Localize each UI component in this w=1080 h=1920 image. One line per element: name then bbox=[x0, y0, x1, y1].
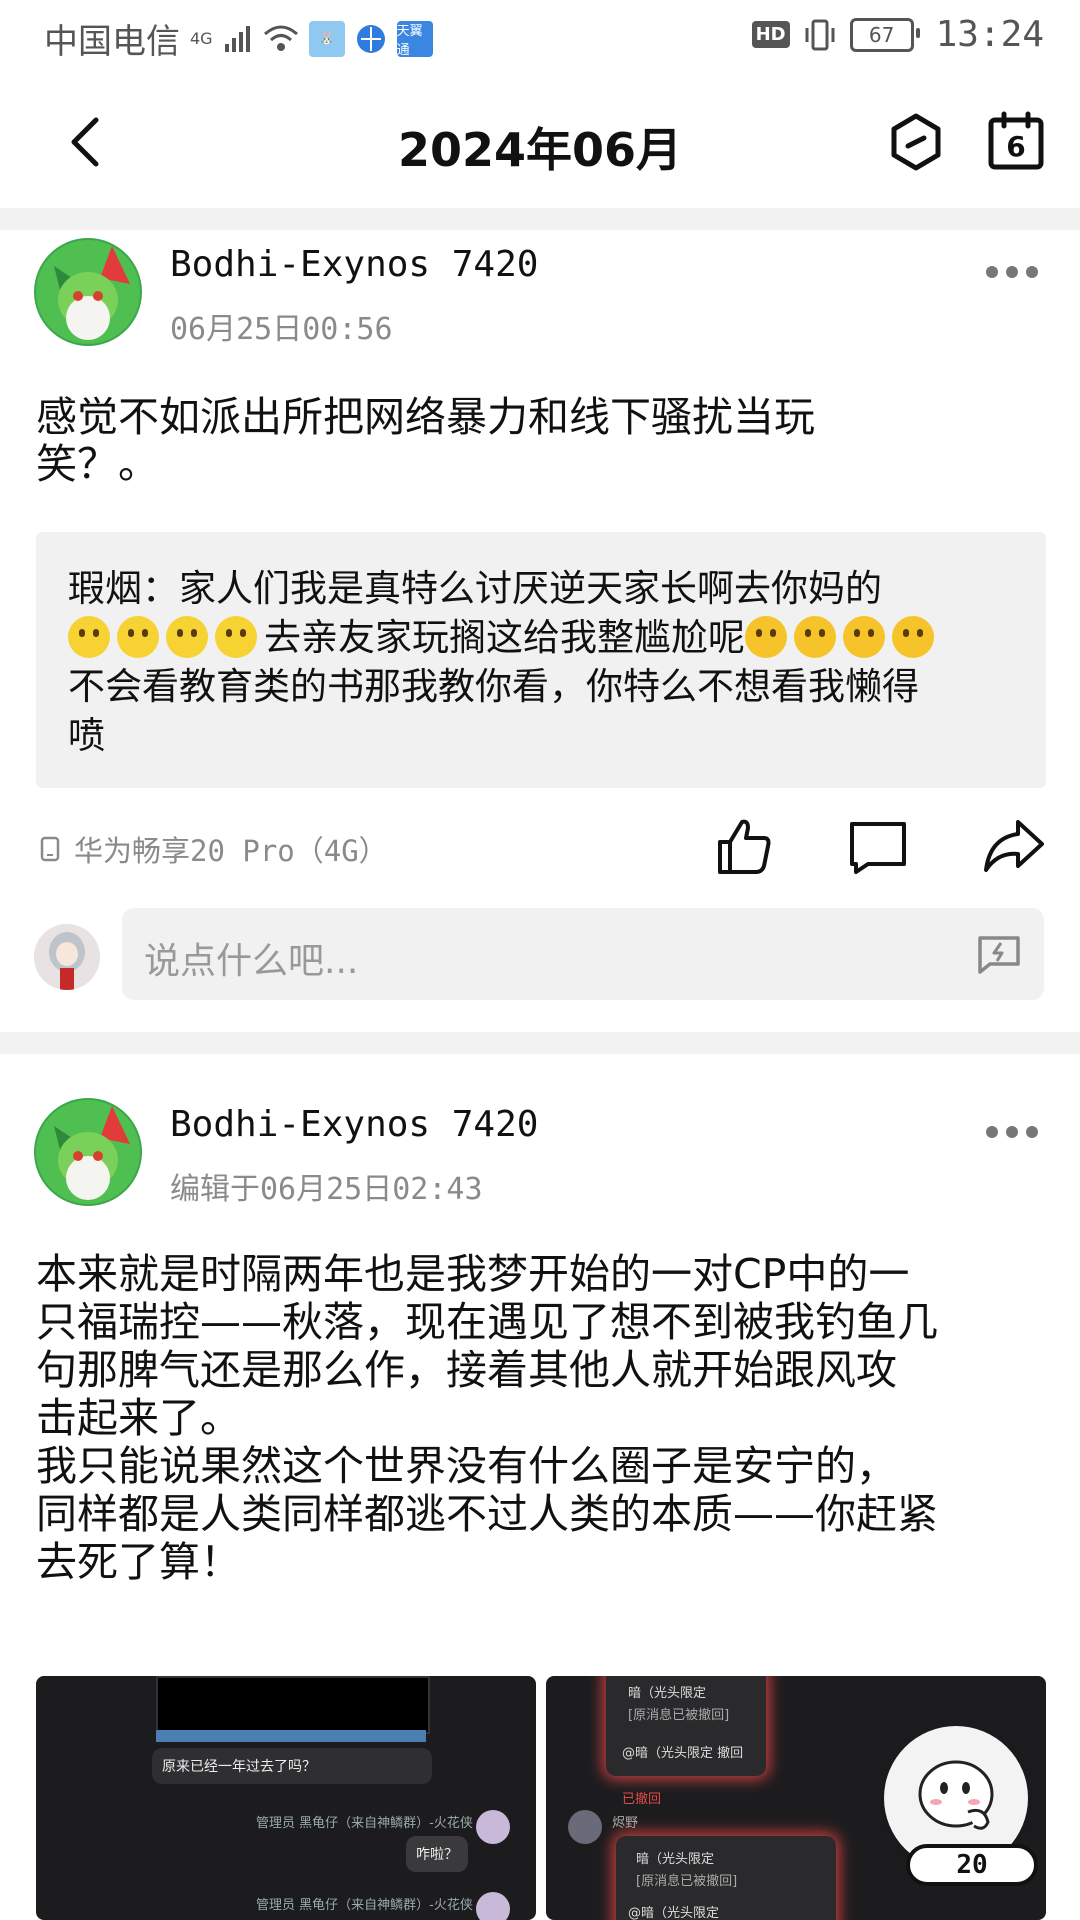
dot-icon bbox=[1006, 1126, 1018, 1138]
browser-app-icon bbox=[356, 24, 385, 53]
hexagon-filter-icon[interactable] bbox=[886, 112, 946, 172]
top-bar: 2024年06月 6 bbox=[0, 80, 1080, 204]
section-divider bbox=[0, 208, 1080, 230]
like-icon[interactable] bbox=[712, 814, 776, 878]
video-controls bbox=[156, 1730, 426, 1742]
battery-icon: 67 bbox=[849, 17, 920, 52]
comment-icon[interactable] bbox=[846, 814, 910, 878]
clock: 13:24 bbox=[935, 14, 1044, 55]
quoted-name: 暗（光头限定 bbox=[636, 1852, 715, 1867]
chat-sender: 管理员 黑龟仔（来自神鳞群）-火花侠 bbox=[256, 1898, 473, 1913]
section-divider bbox=[0, 1032, 1080, 1054]
chat-sender: 管理员 黑龟仔（来自神鳞群）-火花侠 bbox=[256, 1816, 473, 1831]
quoted-repost[interactable]: 瑕烟：家人们我是真特么讨厌逆天家长啊去你妈的 去亲友家玩搁这给我整尴尬呢 不会看… bbox=[36, 532, 1046, 788]
post-image-1[interactable]: 原来已经一年过去了吗？ 管理员 黑龟仔（来自神鳞群）-火花侠 咋啦？ 管理员 黑… bbox=[36, 1676, 536, 1920]
status-bar: 中国电信 4G 🐰 天翼通 HD 67 13:24 bbox=[0, 0, 1080, 76]
wifi-icon bbox=[263, 25, 298, 51]
recalled-note: [原消息已被撤回] bbox=[636, 1874, 738, 1889]
quoted-name: 暗（光头限定 bbox=[628, 1686, 707, 1701]
signal-icon bbox=[224, 25, 250, 52]
carrier-label: 中国电信 bbox=[44, 22, 180, 62]
device-info: 华为畅享20 Pro（4G） bbox=[40, 828, 388, 870]
bunny-app-icon: 🐰 bbox=[308, 20, 345, 57]
post-timestamp: 06月25日00:56 bbox=[170, 312, 393, 347]
fox-avatar-icon bbox=[34, 238, 142, 346]
fox-avatar-icon bbox=[34, 1098, 142, 1206]
quote-line-3: 不会看教育类的书那我教你看，你特么不想看我懒得 喷 bbox=[68, 665, 919, 757]
calendar-button[interactable]: 6 bbox=[986, 110, 1046, 172]
post-timestamp: 编辑于06月25日02:43 bbox=[170, 1172, 483, 1207]
chat-bubble: 咋啦？ bbox=[406, 1836, 468, 1872]
quote-line-1: 瑕烟：家人们我是真特么讨厌逆天家长啊去你妈的 bbox=[68, 567, 882, 610]
calendar-day: 6 bbox=[1006, 130, 1026, 163]
dot-icon bbox=[986, 266, 998, 278]
smile-emoji-icon bbox=[117, 616, 159, 658]
reply-mention: @暗（光头限定 撤回 bbox=[622, 1746, 744, 1761]
recalled-note: [原消息已被撤回] bbox=[628, 1708, 730, 1723]
video-thumbnail bbox=[156, 1676, 430, 1734]
share-icon[interactable] bbox=[982, 814, 1046, 878]
chat-bubble: 原来已经一年过去了吗？ bbox=[152, 1748, 432, 1784]
status-left: 中国电信 4G 🐰 天翼通 bbox=[44, 14, 433, 63]
dot-icon bbox=[1006, 266, 1018, 278]
dot-icon bbox=[986, 1126, 998, 1138]
device-label: 华为畅享20 Pro（4G） bbox=[74, 834, 388, 868]
vibrate-icon bbox=[805, 19, 835, 50]
chat-caption: 原来已经一年过去了吗？ bbox=[162, 1759, 316, 1775]
avatar[interactable] bbox=[34, 238, 142, 346]
comment-input[interactable]: 说点什么吧... bbox=[122, 908, 1044, 1000]
reply-mention: @暗（光头限定 bbox=[628, 1906, 720, 1920]
chat-avatar bbox=[476, 1810, 510, 1844]
chat-avatar bbox=[476, 1892, 510, 1920]
dot-icon bbox=[1026, 1126, 1038, 1138]
sweat-smile-emoji-icon bbox=[843, 616, 885, 658]
dot-icon bbox=[1026, 266, 1038, 278]
chat-sender: 烬野 bbox=[612, 1816, 639, 1831]
author-name[interactable]: Bodhi-Exynos 7420 bbox=[170, 244, 538, 285]
quote-line-2: 去亲友家玩搁这给我整尴尬呢 bbox=[264, 616, 745, 659]
status-right: HD 67 13:24 bbox=[751, 14, 1044, 55]
smile-emoji-icon bbox=[166, 616, 208, 658]
fab-count-badge[interactable]: 20 bbox=[906, 1844, 1038, 1886]
chat-reply: 咋啦？ bbox=[416, 1847, 458, 1863]
smile-emoji-icon bbox=[215, 616, 257, 658]
recalled-label: 已撤回 bbox=[622, 1792, 662, 1807]
more-options-button[interactable] bbox=[986, 1124, 1038, 1140]
author-name[interactable]: Bodhi-Exynos 7420 bbox=[170, 1104, 538, 1145]
network-type: 4G bbox=[190, 29, 213, 48]
app-badge-icon: 天翼通 bbox=[396, 20, 433, 58]
sweat-smile-emoji-icon bbox=[745, 616, 787, 658]
sweat-smile-emoji-icon bbox=[892, 616, 934, 658]
quick-reply-icon[interactable] bbox=[976, 934, 1022, 974]
post-content: 本来就是时隔两年也是我梦开始的一对CP中的一 只福瑞控——秋落，现在遇见了想不到… bbox=[36, 1250, 938, 1586]
user-avatar-icon bbox=[34, 924, 100, 990]
smile-emoji-icon bbox=[68, 616, 110, 658]
chat-avatar bbox=[568, 1810, 602, 1844]
more-options-button[interactable] bbox=[986, 264, 1038, 280]
post-content: 感觉不如派出所把网络暴力和线下骚扰当玩 笑？。 bbox=[36, 393, 815, 488]
avatar[interactable] bbox=[34, 1098, 142, 1206]
sweat-smile-emoji-icon bbox=[794, 616, 836, 658]
comment-placeholder: 说点什么吧... bbox=[144, 941, 359, 982]
hd-icon: HD bbox=[751, 21, 790, 48]
my-avatar[interactable] bbox=[34, 924, 100, 990]
quote-text: 瑕烟：家人们我是真特么讨厌逆天家长啊去你妈的 去亲友家玩搁这给我整尴尬呢 不会看… bbox=[68, 564, 1018, 760]
phone-icon bbox=[40, 836, 60, 862]
